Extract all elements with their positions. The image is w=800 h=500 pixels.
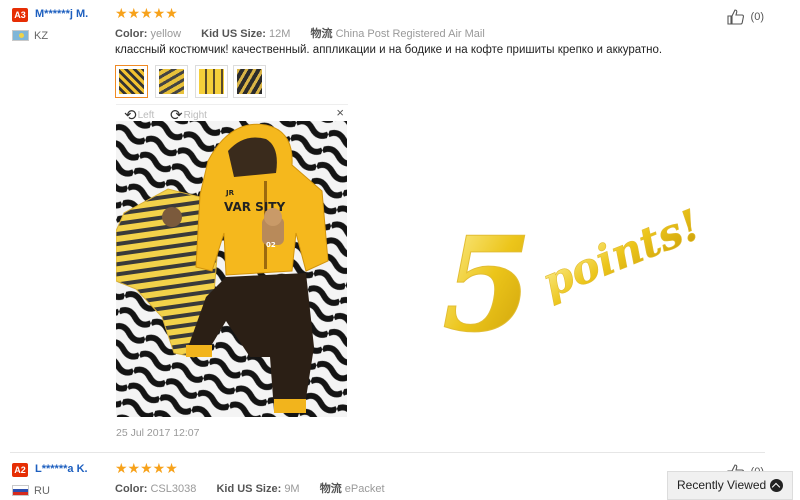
review-date: 25 Jul 2017 12:07	[116, 427, 200, 439]
size-value: 12M	[269, 28, 291, 40]
order-info: Color: CSL3038 Kid US Size: 9M 物流 ePacke…	[115, 480, 385, 496]
five-points-overlay-image: 5 points!	[442, 200, 708, 362]
helpful-button[interactable]: (0)	[727, 9, 764, 25]
recently-viewed-label: Recently Viewed	[677, 478, 767, 492]
buyer-level-badge: A2	[12, 463, 28, 477]
helpful-count: (0)	[750, 10, 764, 23]
order-info: Color: yellow Kid US Size: 12M 物流 China …	[115, 25, 485, 41]
shipping-value: China Post Registered Air Mail	[335, 28, 485, 40]
chevron-up-icon	[770, 479, 783, 492]
review-item: A3 M******j M. KZ ★★★★★ Color: yellow Ki…	[0, 0, 800, 455]
size-label: Kid US Size:	[216, 483, 282, 495]
color-value: CSL3038	[150, 483, 197, 495]
review-comment: классный костюмчик! качественный. апплик…	[115, 44, 663, 56]
close-icon[interactable]: ×	[336, 105, 344, 120]
rotate-left-label: Left	[137, 110, 155, 121]
color-label: Color:	[115, 28, 148, 40]
buyer-name: M******j M.	[35, 8, 89, 20]
product-photo-image: VAR SITY JR 02	[116, 121, 347, 417]
review-photo-large[interactable]: VAR SITY JR 02	[116, 121, 347, 417]
photo-viewer-toolbar: ⟲Left ⟳Right ×	[116, 104, 348, 124]
number-print-text: 02	[266, 241, 276, 249]
rating-stars: ★★★★★	[115, 460, 178, 476]
buyer-name: L******a K.	[35, 463, 88, 475]
photo-thumbnail[interactable]	[233, 65, 266, 98]
photo-thumbnail[interactable]	[115, 65, 148, 98]
size-label: Kid US Size:	[201, 28, 266, 40]
shipping-label: 物流	[319, 483, 342, 495]
jr-print-text: JR	[225, 189, 235, 197]
shipping-label: 物流	[310, 28, 333, 40]
big-five-text: 5	[442, 208, 532, 361]
shipping-value: ePacket	[344, 483, 385, 495]
color-label: Color:	[115, 483, 148, 495]
buyer-country: KZ	[34, 30, 49, 42]
country-flag-icon	[12, 30, 29, 41]
review-divider	[10, 452, 765, 453]
size-value: 9M	[284, 483, 300, 495]
rating-stars: ★★★★★	[115, 5, 178, 21]
color-value: yellow	[150, 28, 182, 40]
photo-thumbnail[interactable]	[155, 65, 188, 98]
points-text: points!	[535, 200, 707, 307]
photo-thumbnail[interactable]	[195, 65, 228, 98]
thumbs-up-icon	[727, 9, 745, 25]
country-flag-icon	[12, 485, 29, 496]
buyer-level-badge: A3	[12, 8, 28, 22]
buyer-country: RU	[34, 485, 50, 497]
recently-viewed-button[interactable]: Recently Viewed	[667, 471, 793, 500]
rotate-right-label: Right	[183, 110, 207, 121]
